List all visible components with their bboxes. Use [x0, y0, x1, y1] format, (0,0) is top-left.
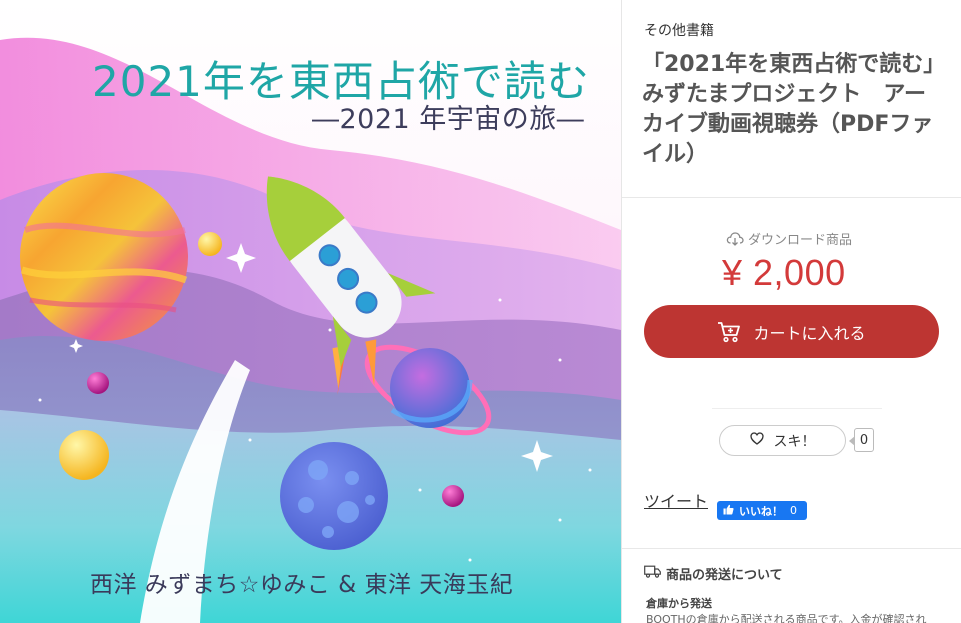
- add-to-cart-label: カートに入れる: [753, 323, 866, 343]
- product-info-panel: その他書籍 「2021年を東西占術で読む」みずたまプロジェクト アーカイブ動画視…: [621, 0, 961, 623]
- facebook-like-label: いいね！: [739, 504, 783, 518]
- cover-subtitle: ―2021 年宇宙の旅―: [312, 104, 585, 135]
- shipping-description: BOOTHの倉庫から配送される商品です。入金が確認され: [646, 613, 927, 623]
- cover-authors: 西洋 みずまち☆ゆみこ & 東洋 天海玉紀: [90, 572, 514, 598]
- product-title: 「2021年を東西占術で読む」みずたまプロジェクト アーカイブ動画視聴券（PDF…: [642, 52, 935, 167]
- truck-icon: [644, 565, 661, 582]
- category-link[interactable]: その他書籍: [644, 20, 714, 40]
- add-to-cart-button[interactable]: カートに入れる: [644, 305, 939, 358]
- heart-icon: [749, 432, 764, 449]
- cart-icon: [717, 321, 741, 343]
- download-label: ダウンロード商品: [748, 233, 853, 248]
- download-badge: ダウンロード商品: [726, 229, 852, 248]
- like-count: 0: [849, 428, 874, 452]
- divider: [622, 197, 961, 198]
- thumbs-up-icon: [723, 504, 734, 518]
- like-label: スキ！: [773, 433, 816, 450]
- shipping-heading-label: 商品の発送について: [666, 568, 783, 583]
- product-cover-image[interactable]: 2021年を東西占術で読む ―2021 年宇宙の旅― 西洋 みずまち☆ゆみこ &…: [0, 0, 621, 623]
- facebook-like-count: 0: [790, 504, 797, 517]
- shipping-origin: 倉庫から発送: [646, 597, 712, 610]
- facebook-like-button[interactable]: いいね！ 0: [717, 501, 807, 520]
- divider: [622, 548, 961, 549]
- like-button[interactable]: スキ！: [719, 425, 846, 456]
- tweet-link[interactable]: ツイート: [644, 488, 708, 512]
- product-page: 2021年を東西占術で読む ―2021 年宇宙の旅― 西洋 みずまち☆ゆみこ &…: [0, 0, 961, 623]
- divider: [712, 408, 882, 409]
- cloud-download-icon: [726, 231, 744, 247]
- price: ¥ 2,000: [722, 252, 846, 293]
- shipping-heading: 商品の発送について: [644, 564, 783, 583]
